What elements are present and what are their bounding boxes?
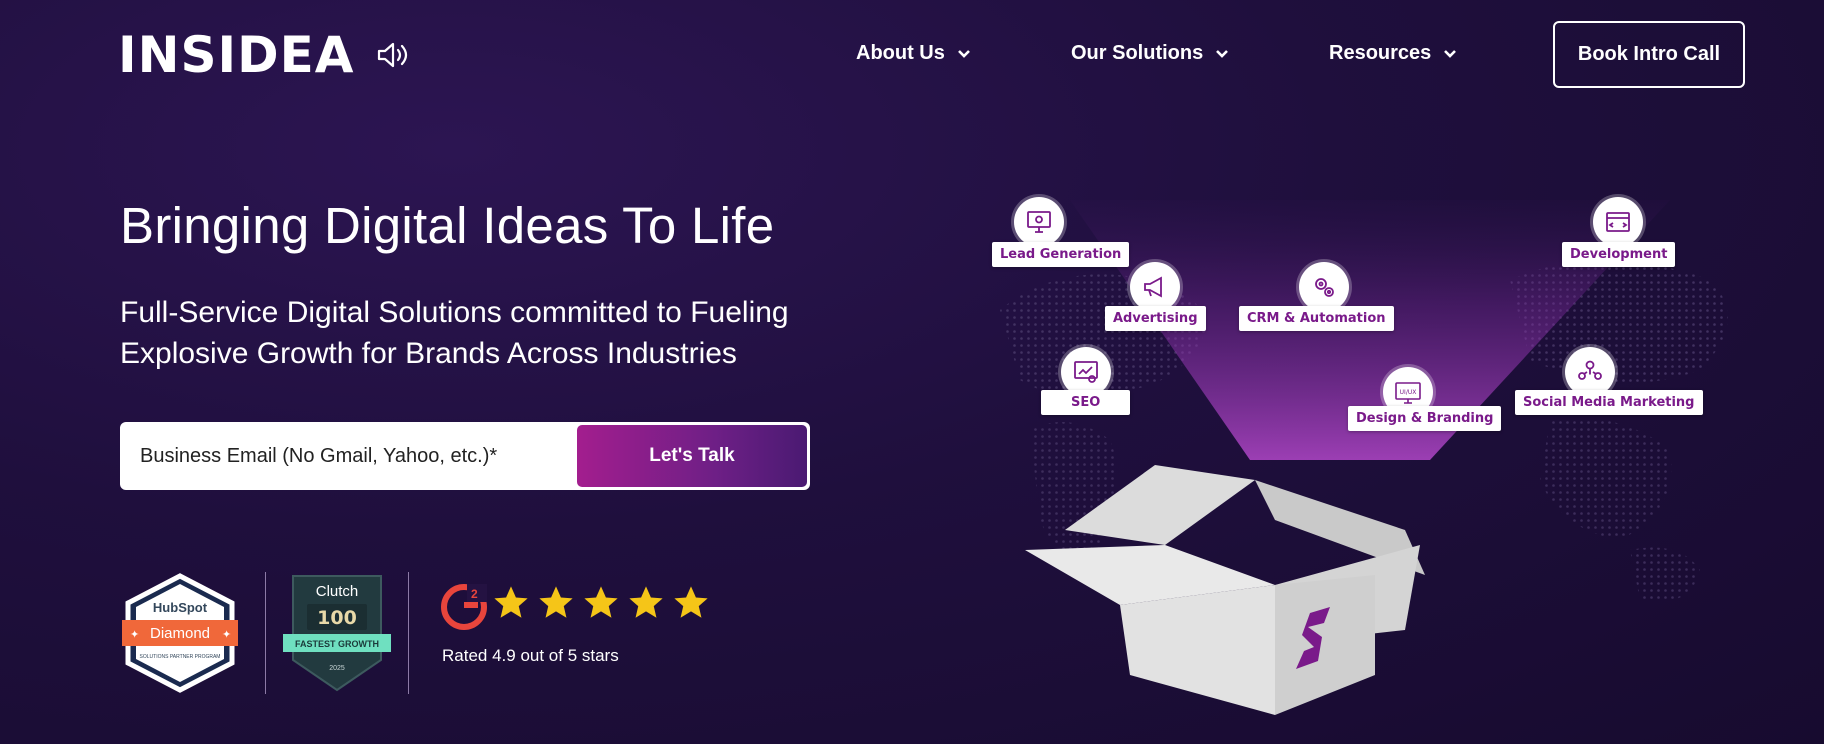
brand-logo-group[interactable]: INSIDEA bbox=[118, 30, 410, 80]
svg-text:✦: ✦ bbox=[130, 628, 139, 641]
chevron-down-icon bbox=[1216, 49, 1229, 58]
svg-text:2: 2 bbox=[471, 587, 478, 601]
star-icon bbox=[584, 586, 618, 618]
hubspot-program-text: SOLUTIONS PARTNER PROGRAM bbox=[140, 654, 221, 660]
nav-our-solutions-label: Our Solutions bbox=[1071, 42, 1204, 64]
clutch-fastest-growth-badge: Clutch 100 FASTEST GROWTH 2025 bbox=[283, 575, 391, 692]
service-chip-crm-automation[interactable]: CRM & Automation bbox=[1239, 306, 1394, 331]
speaker-icon[interactable] bbox=[376, 40, 410, 70]
badge-divider bbox=[408, 572, 409, 694]
megaphone-icon bbox=[1144, 276, 1162, 298]
star-icon bbox=[674, 586, 708, 618]
star-icon bbox=[494, 586, 528, 618]
nav-resources[interactable]: Resources bbox=[1329, 42, 1457, 65]
service-icon-development bbox=[1593, 197, 1643, 247]
lets-talk-button[interactable]: Let's Talk bbox=[577, 425, 807, 487]
service-chip-lead-generation[interactable]: Lead Generation bbox=[992, 242, 1130, 267]
service-chip-social-media-marketing[interactable]: Social Media Marketing bbox=[1515, 390, 1703, 415]
monitor-gear-icon bbox=[1027, 211, 1051, 233]
hero-subline: Full-Service Digital Solutions committed… bbox=[120, 296, 789, 370]
service-icon-crm-automation bbox=[1299, 262, 1349, 312]
g2-rating-text: Rated 4.9 out of 5 stars bbox=[442, 646, 619, 665]
ui-ux-icon: UI/UX bbox=[1395, 382, 1421, 404]
service-icon-advertising bbox=[1130, 262, 1180, 312]
ui-ux-icon-text: UI/UX bbox=[1400, 389, 1417, 396]
email-signup-form: Let's Talk bbox=[120, 422, 810, 490]
chevron-down-icon bbox=[1444, 49, 1457, 58]
star-icon bbox=[539, 586, 573, 618]
nav-resources-label: Resources bbox=[1329, 42, 1432, 64]
hubspot-brand-text: HubSpot bbox=[153, 600, 208, 615]
clutch-year-text: 2025 bbox=[329, 665, 345, 672]
nav-our-solutions[interactable]: Our Solutions bbox=[1071, 42, 1229, 65]
clutch-ribbon-text: FASTEST GROWTH bbox=[295, 639, 379, 649]
brand-logo[interactable]: INSIDEA bbox=[118, 30, 354, 80]
hubspot-tier-text: Diamond bbox=[150, 625, 210, 642]
service-icon-lead-generation bbox=[1014, 197, 1064, 247]
svg-text:✦: ✦ bbox=[222, 628, 231, 641]
clutch-brand-text: Clutch bbox=[316, 583, 359, 600]
star-icon bbox=[629, 586, 663, 618]
browser-code-icon bbox=[1606, 212, 1630, 232]
seo-chart-icon bbox=[1074, 361, 1098, 383]
clutch-rank-text: 100 bbox=[317, 607, 357, 629]
book-intro-call-button[interactable]: Book Intro Call bbox=[1553, 21, 1745, 88]
hero-illustration: Lead Generation Development Advertising … bbox=[990, 160, 1750, 720]
g2-logo-icon: 2 bbox=[441, 584, 487, 630]
service-chip-design-branding[interactable]: Design & Branding bbox=[1348, 406, 1502, 431]
gears-icon bbox=[1315, 278, 1334, 297]
business-email-input[interactable] bbox=[120, 422, 577, 490]
service-chip-advertising[interactable]: Advertising bbox=[1105, 306, 1206, 331]
hero-headline: Bringing Digital Ideas To Life bbox=[120, 197, 775, 254]
nav-about-us-label: About Us bbox=[856, 42, 945, 64]
hubspot-diamond-badge: HubSpot ✦ ✦ Diamond SOLUTIONS PARTNER PR… bbox=[122, 573, 238, 693]
g2-star-rating bbox=[492, 584, 710, 622]
nav-about-us[interactable]: About Us bbox=[856, 42, 971, 65]
chevron-down-icon bbox=[957, 49, 970, 58]
social-network-icon bbox=[1578, 360, 1602, 380]
service-chip-seo[interactable]: SEO bbox=[1041, 390, 1131, 415]
open-box-illustration bbox=[1025, 465, 1425, 715]
badge-divider bbox=[265, 572, 266, 694]
service-chip-development[interactable]: Development bbox=[1562, 242, 1676, 267]
